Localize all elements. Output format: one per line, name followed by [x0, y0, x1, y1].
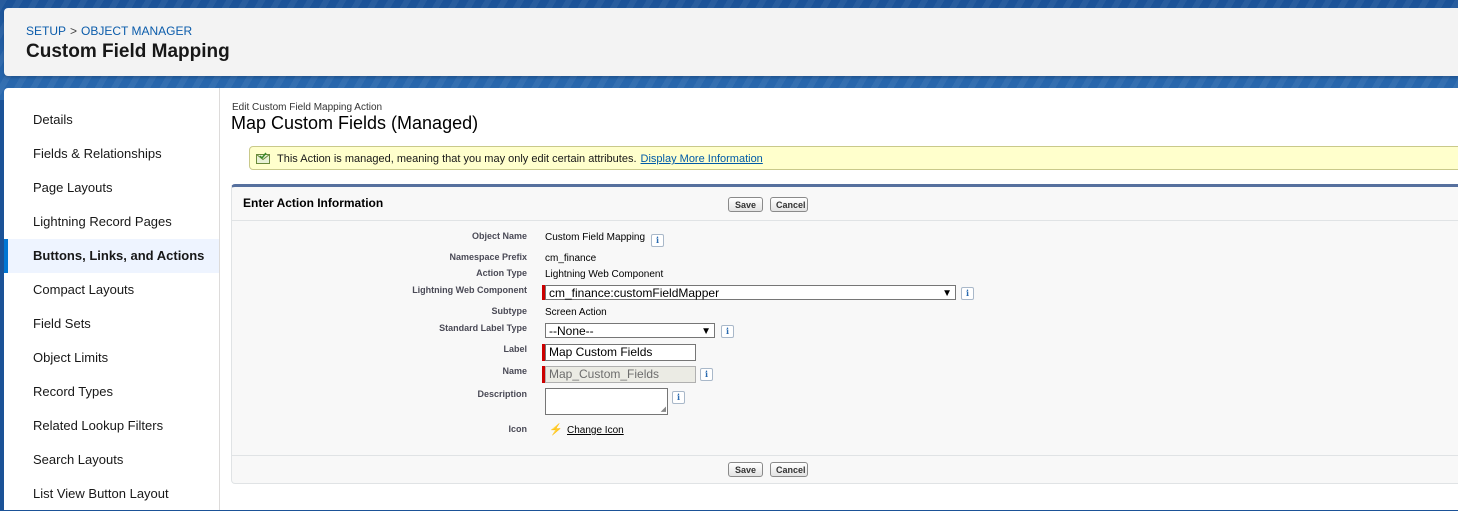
section-title: Enter Action Information	[243, 196, 384, 210]
action-title: Map Custom Fields (Managed)	[231, 113, 479, 133]
standard-label-type-select[interactable]: --None-- ▼	[545, 323, 715, 338]
notice-text-wrap: This Action is managed, meaning that you…	[277, 147, 763, 171]
section-footer: Save Cancel	[232, 455, 1458, 485]
object-name-label: Object Name	[471, 231, 527, 241]
breadcrumb: SETUP > OBJECT MANAGER	[26, 24, 192, 38]
page-header: SETUP > OBJECT MANAGER Custom Field Mappin…	[4, 8, 1458, 76]
description-textarea[interactable]: ◢	[545, 388, 668, 415]
sidebar-item-details[interactable]: Details	[4, 103, 219, 137]
sidebar-item-related-lookup-filters[interactable]: Related Lookup Filters	[4, 409, 219, 443]
sidebar-item-list-view-button-layout[interactable]: List View Button Layout	[4, 477, 219, 511]
name-field-label: Name	[502, 366, 527, 376]
sidebar-item-field-sets[interactable]: Field Sets	[4, 307, 219, 341]
label-field-label: Label	[503, 344, 527, 354]
cancel-button-bottom[interactable]: Cancel	[770, 462, 808, 477]
breadcrumb-object-manager-link[interactable]: OBJECT MANAGER	[81, 24, 192, 38]
name-input: Map_Custom_Fields	[545, 366, 696, 383]
object-name-value: Custom Field Mapping	[545, 232, 646, 243]
chevron-down-icon: ▼	[701, 326, 711, 337]
sidebar-item-lightning-record-pages[interactable]: Lightning Record Pages	[4, 205, 219, 239]
save-button-top[interactable]: Save	[728, 197, 763, 212]
envelope-check-icon	[256, 152, 270, 164]
label-input[interactable]: Map Custom Fields	[545, 344, 696, 361]
breadcrumb-setup-link[interactable]: SETUP	[26, 24, 66, 38]
section-header: Enter Action Information Save Cancel	[232, 187, 1458, 221]
cancel-button-top[interactable]: Cancel	[770, 197, 808, 212]
chevron-down-icon: ▼	[942, 288, 952, 299]
lwc-label: Lightning Web Component	[412, 285, 527, 295]
breadcrumb-separator: >	[70, 24, 78, 38]
subtype-label: Subtype	[491, 306, 527, 316]
lwc-info-icon[interactable]: i	[961, 287, 974, 300]
namespace-prefix-value: cm_finance	[545, 253, 597, 264]
action-type-label: Action Type	[476, 268, 527, 278]
save-button-bottom[interactable]: Save	[728, 462, 763, 477]
standard-label-type-value: --None--	[549, 324, 594, 338]
sidebar-item-buttons-links-actions[interactable]: Buttons, Links, and Actions	[4, 239, 219, 273]
lightning-bolt-icon: ⚡	[549, 424, 563, 436]
name-info-icon[interactable]: i	[700, 368, 713, 381]
sidebar-list: Details Fields & Relationships Page Layo…	[4, 88, 219, 511]
page-subtitle: Edit Custom Field Mapping Action	[232, 102, 383, 113]
sidebar-item-search-layouts[interactable]: Search Layouts	[4, 443, 219, 477]
lwc-select-value: cm_finance:customFieldMapper	[549, 286, 720, 300]
action-type-value: Lightning Web Component	[545, 269, 664, 280]
sidebar-item-record-types[interactable]: Record Types	[4, 375, 219, 409]
sidebar-item-object-limits[interactable]: Object Limits	[4, 341, 219, 375]
notice-text: This Action is managed, meaning that you…	[277, 153, 637, 165]
sidebar-item-page-layouts[interactable]: Page Layouts	[4, 171, 219, 205]
standard-label-type-label: Standard Label Type	[439, 323, 527, 333]
lwc-select[interactable]: cm_finance:customFieldMapper ▼	[545, 285, 956, 300]
object-name-info-icon[interactable]: i	[651, 234, 664, 247]
action-info-section: Enter Action Information Save Cancel Obj…	[231, 184, 1458, 484]
sidebar-item-compact-layouts[interactable]: Compact Layouts	[4, 273, 219, 307]
icon-label: Icon	[508, 424, 527, 434]
managed-notice: This Action is managed, meaning that you…	[249, 146, 1458, 170]
description-info-icon[interactable]: i	[672, 391, 685, 404]
namespace-prefix-label: Namespace Prefix	[449, 252, 527, 262]
sidebar-item-fields-relationships[interactable]: Fields & Relationships	[4, 137, 219, 171]
subtype-value: Screen Action	[545, 307, 607, 318]
change-icon-link[interactable]: Change Icon	[567, 425, 624, 436]
display-more-info-link[interactable]: Display More Information	[641, 153, 763, 165]
sidebar: Details Fields & Relationships Page Layo…	[4, 88, 220, 510]
page-title: Custom Field Mapping	[26, 41, 230, 62]
main-content: Edit Custom Field Mapping Action Map Cus…	[220, 88, 1458, 510]
resize-grip-icon[interactable]: ◢	[661, 405, 666, 413]
description-label: Description	[477, 389, 527, 399]
standard-label-type-info-icon[interactable]: i	[721, 325, 734, 338]
